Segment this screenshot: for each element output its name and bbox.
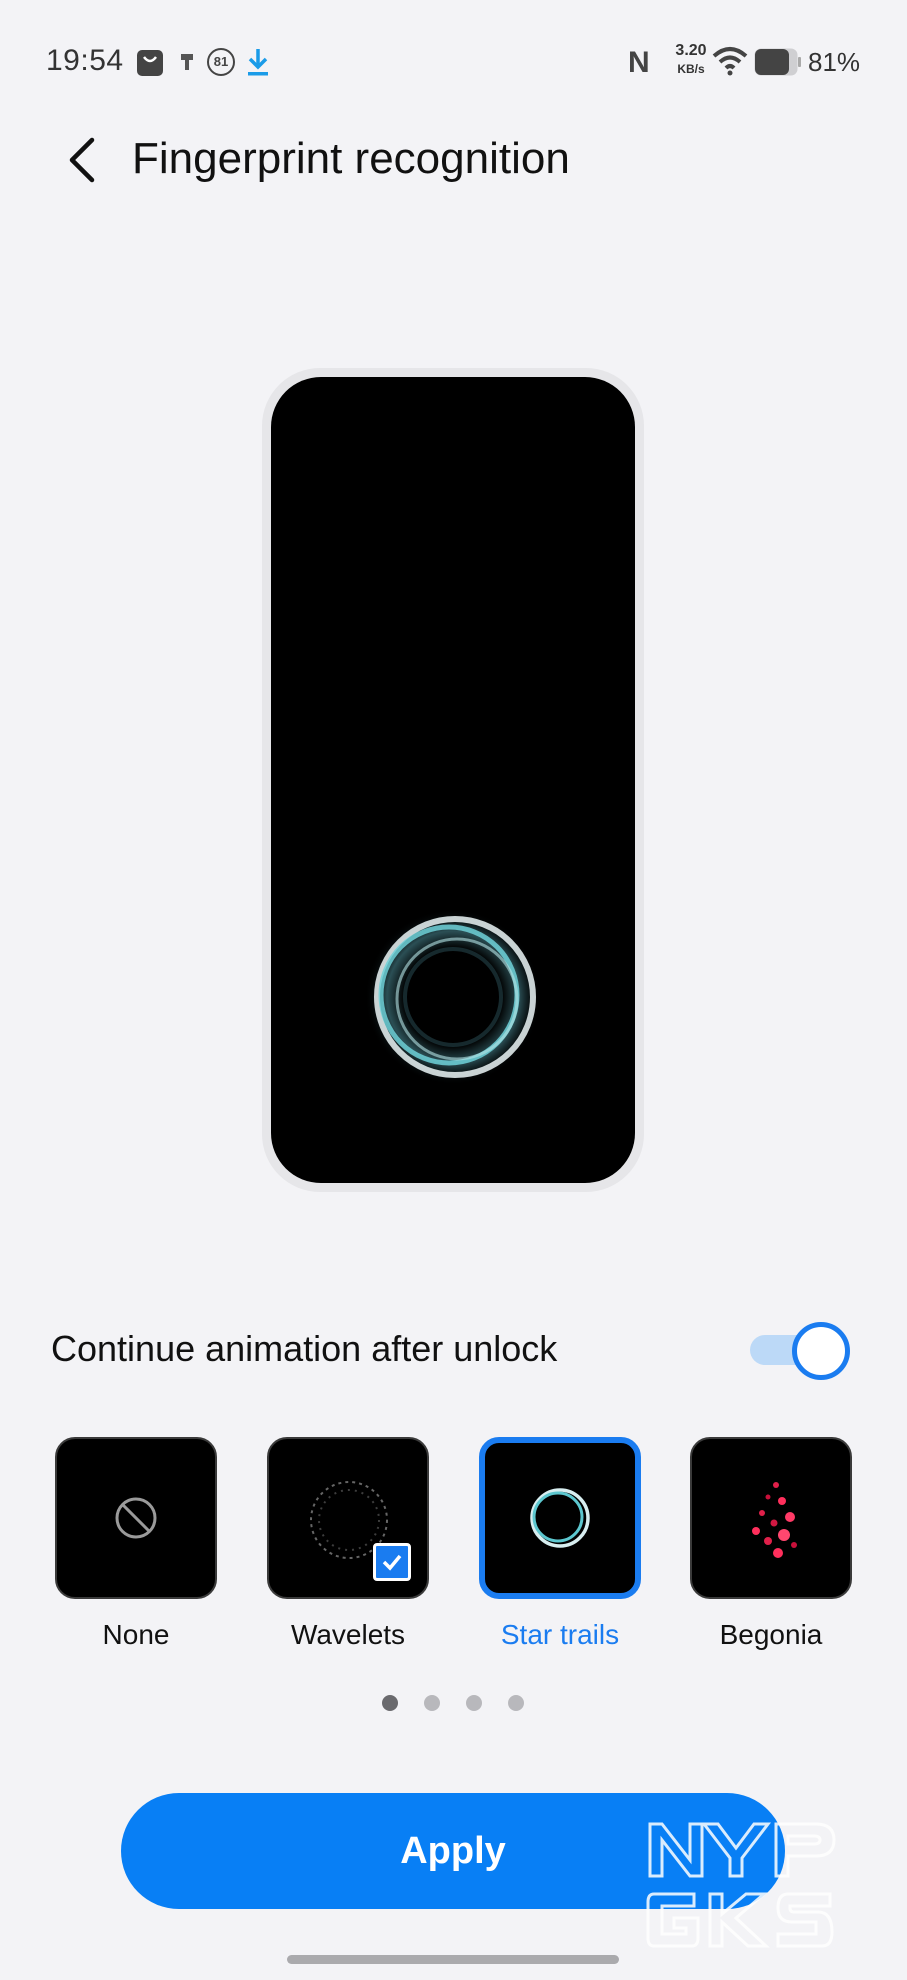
style-option-none[interactable]: None: [55, 1437, 217, 1651]
style-option-star-trails[interactable]: Star trails: [479, 1437, 641, 1651]
home-indicator[interactable]: [287, 1955, 619, 1964]
continue-animation-label: Continue animation after unlock: [51, 1328, 558, 1369]
style-option-wavelets[interactable]: Wavelets: [267, 1437, 429, 1651]
shopping-bag-icon: [137, 50, 163, 76]
usb-debug-icon: [181, 54, 193, 70]
page-dot-2[interactable]: [424, 1695, 440, 1711]
status-bar: 19:54 81 N 3.20 KB/s 81%: [0, 0, 907, 120]
begonia-preview: [752, 1482, 797, 1558]
style-thumb-wavelets: [267, 1437, 429, 1599]
battery-icon: [754, 48, 801, 76]
notification-count-icon: 81: [207, 48, 235, 76]
style-name-begonia: Begonia: [719, 1619, 823, 1650]
page-dot-3[interactable]: [466, 1695, 482, 1711]
network-speed: 3.20 KB/s: [667, 42, 715, 78]
phone-preview: [262, 368, 644, 1192]
network-speed-unit: KB/s: [677, 62, 705, 76]
fingerprint-animation-preview: [365, 909, 541, 1085]
star-trails-preview: [530, 1488, 590, 1548]
checked-badge: [373, 1543, 411, 1581]
download-icon: [248, 49, 268, 76]
status-time: 19:54: [46, 44, 124, 77]
fingerprint-settings-page: 19:54 81 N 3.20 KB/s 81% Fingerprint rec…: [0, 0, 907, 1980]
no-symbol-icon: [115, 1497, 157, 1539]
nfc-icon: N: [628, 46, 650, 79]
network-speed-value: 3.20: [675, 42, 707, 59]
style-name-none: None: [102, 1619, 170, 1650]
battery-percent: 81%: [808, 47, 861, 77]
style-name-wavelets: Wavelets: [290, 1619, 406, 1650]
page-title: Fingerprint recognition: [132, 134, 570, 183]
checkmark-icon: [382, 1554, 402, 1571]
chevron-left-icon: [69, 137, 95, 183]
wifi-icon: [712, 47, 748, 76]
style-thumb-star-trails: [479, 1437, 641, 1599]
back-button[interactable]: [56, 130, 112, 190]
nypgks-watermark-logo: [646, 1822, 836, 1948]
style-option-begonia[interactable]: Begonia: [690, 1437, 852, 1651]
page-dot-1[interactable]: [382, 1695, 398, 1711]
phone-preview-screen: [271, 377, 635, 1183]
toggle-knob: [792, 1322, 850, 1380]
continue-animation-toggle[interactable]: [750, 1320, 850, 1380]
style-thumb-none: [55, 1437, 217, 1599]
style-thumb-begonia: [690, 1437, 852, 1599]
style-name-star-trails: Star trails: [500, 1619, 620, 1650]
page-dot-4[interactable]: [508, 1695, 524, 1711]
